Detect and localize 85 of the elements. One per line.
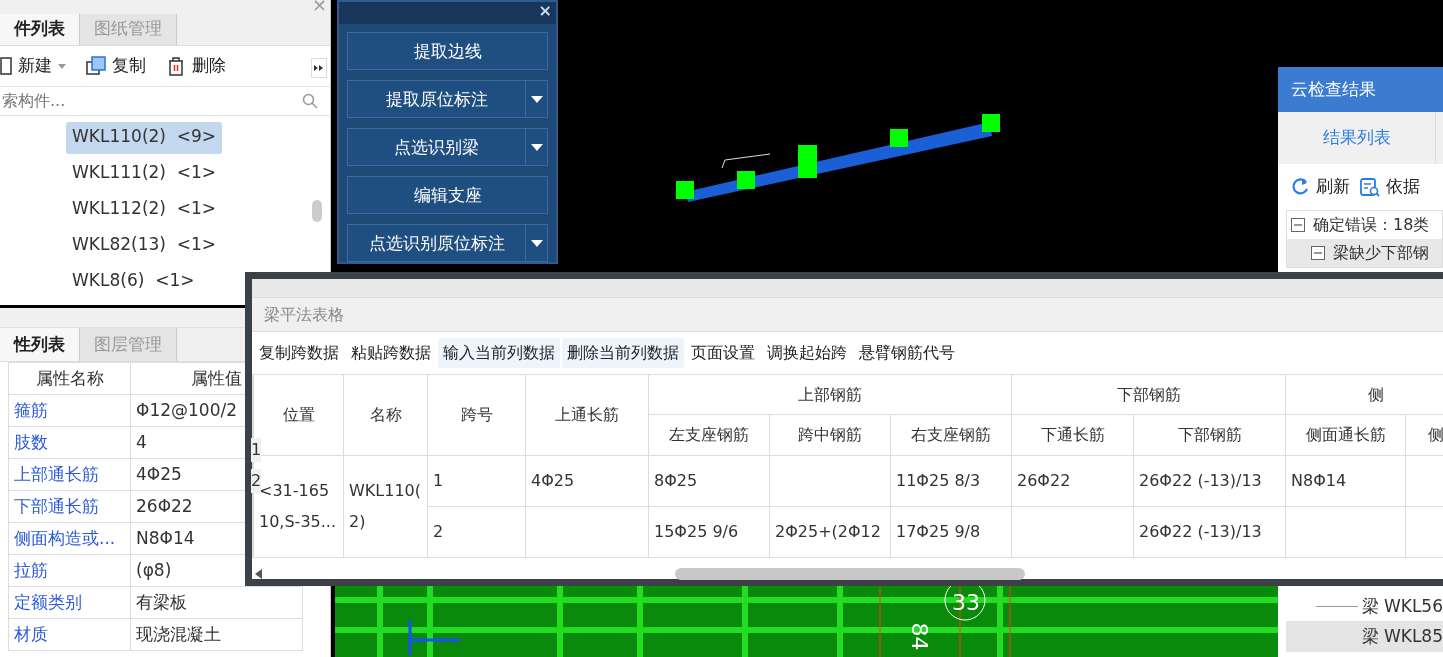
toolbar-button[interactable]: 刷新 <box>1290 174 1350 200</box>
table-cell: 2 <box>427 506 526 558</box>
table-cell: 26Φ22 (-13)/13 <box>1133 455 1286 507</box>
tree-row[interactable]: 梁 WKL85 <box>1286 622 1443 652</box>
dialog-title: 梁平法表格 <box>264 303 344 326</box>
table-cell: WKL110( 2) <box>343 455 428 558</box>
table-cell: 26Φ22 <box>1011 455 1134 507</box>
property-name: 定额类别 <box>8 586 131 619</box>
beam-drawing[interactable] <box>676 114 1000 202</box>
column-header: 属性名称 <box>8 362 131 395</box>
row-number: 1 <box>251 438 262 462</box>
grid-label: 84 <box>905 622 933 651</box>
tool-button[interactable]: 提取原位标注 <box>347 80 548 118</box>
property-name: 上部通长筋 <box>8 458 131 491</box>
document-search-icon <box>1360 177 1380 197</box>
column-header: 下通长筋 <box>1011 415 1134 456</box>
search-field[interactable]: 索构件... <box>0 88 302 114</box>
scrollbar-thumb[interactable] <box>675 568 1025 580</box>
toolbar-button[interactable]: 依据 <box>1360 174 1420 200</box>
table-cell: 17Φ25 9/8 <box>890 506 1012 558</box>
component-item[interactable]: WKL110(2) <9> <box>66 122 223 154</box>
scroll-left-icon <box>255 569 263 579</box>
column-group-header: 上部钢筋 <box>648 374 1012 415</box>
leader-line <box>721 153 771 169</box>
document-icon <box>0 57 12 75</box>
column-header: 跨号 <box>427 374 526 456</box>
collapse-icon[interactable] <box>1311 246 1325 260</box>
tree-item: 梁 WKL85 <box>1361 624 1443 648</box>
toolbar-button[interactable]: 输入当前列数据 <box>438 338 560 368</box>
column-header: 右支座钢筋 <box>890 415 1012 456</box>
table-cell: 11Φ25 8/3 <box>890 455 1012 507</box>
toolbar-button[interactable]: 删除 <box>166 53 226 79</box>
property-name: 下部通长筋 <box>8 490 131 523</box>
component-item[interactable]: WKL112(2) <1> <box>66 194 223 226</box>
toolbar-button[interactable]: 粘贴跨数据 <box>346 338 436 368</box>
search-icon <box>302 93 318 109</box>
double-arrow-icon[interactable] <box>314 65 324 71</box>
table-cell: 1 <box>427 455 526 507</box>
table-cell: 4Φ25 <box>525 455 649 507</box>
toolbar-button[interactable]: 页面设置 <box>686 338 760 368</box>
column-header: 跨中钢筋 <box>769 415 891 456</box>
property-name: 拉筋 <box>8 554 131 587</box>
close-icon[interactable]: × <box>538 2 556 24</box>
toolbar-button[interactable]: 复制 <box>86 53 146 79</box>
toolbar-button[interactable]: 调换起始跨 <box>762 338 852 368</box>
tool-button[interactable]: 提取边线 <box>347 32 548 70</box>
table-cell: 2Φ25+(2Φ12 <box>769 506 891 558</box>
column-header: 上通长筋 <box>525 374 649 456</box>
component-item[interactable]: WKL111(2) <1> <box>66 158 223 190</box>
property-name: 侧面构造或... <box>8 522 131 555</box>
refresh-icon <box>1290 177 1310 197</box>
table-cell: 26Φ22 (-13)/13 <box>1133 506 1286 558</box>
tool-button[interactable]: 编辑支座 <box>347 176 548 214</box>
column-header: 左支座钢筋 <box>648 415 770 456</box>
table-cell: 15Φ25 9/6 <box>648 506 770 558</box>
toolbar-button[interactable]: 悬臂钢筋代号 <box>854 338 960 368</box>
row-number: 2 <box>251 469 262 493</box>
tool-button[interactable]: 点选识别梁 <box>347 128 548 166</box>
column-header: 侧面通长筋 <box>1285 415 1406 456</box>
tree-item: 梁 WKL56 <box>1361 594 1443 618</box>
property-name: 肢数 <box>8 426 131 459</box>
component-item[interactable]: WKL82(13) <1> <box>66 230 223 262</box>
property-value: 现浇混凝土 <box>130 618 303 651</box>
caret-icon <box>58 63 66 69</box>
trash-icon <box>166 56 186 76</box>
toolbar-button[interactable]: 新建 <box>0 53 66 79</box>
component-item[interactable]: WKL8(6) <1> <box>66 266 201 298</box>
panel-tab[interactable]: 件列表 <box>0 14 80 45</box>
table-cell: N8Φ14 <box>1285 455 1406 507</box>
column-header: 名称 <box>343 374 428 456</box>
collapse-icon[interactable] <box>1291 218 1305 232</box>
copy-icon <box>86 56 106 76</box>
column-group-header: 下部钢筋 <box>1011 374 1286 415</box>
property-name: 材质 <box>8 618 131 651</box>
panel-title: 云检查结果 <box>1278 67 1443 112</box>
column-header: 下部钢筋 <box>1133 415 1286 456</box>
tree-item[interactable]: 确定错误：18类 <box>1313 213 1430 237</box>
table-cell: 8Φ25 <box>648 455 770 507</box>
scrollbar-thumb[interactable] <box>312 200 322 222</box>
tool-button[interactable]: 点选识别原位标注 <box>347 224 548 262</box>
property-name: 箍筋 <box>8 394 131 427</box>
column-group-header: 侧 <box>1285 374 1443 415</box>
grid-label: 33 <box>952 589 980 617</box>
panel-tab[interactable]: 性列表 <box>0 328 80 361</box>
toolbar-button[interactable]: 删除当前列数据 <box>562 338 684 368</box>
